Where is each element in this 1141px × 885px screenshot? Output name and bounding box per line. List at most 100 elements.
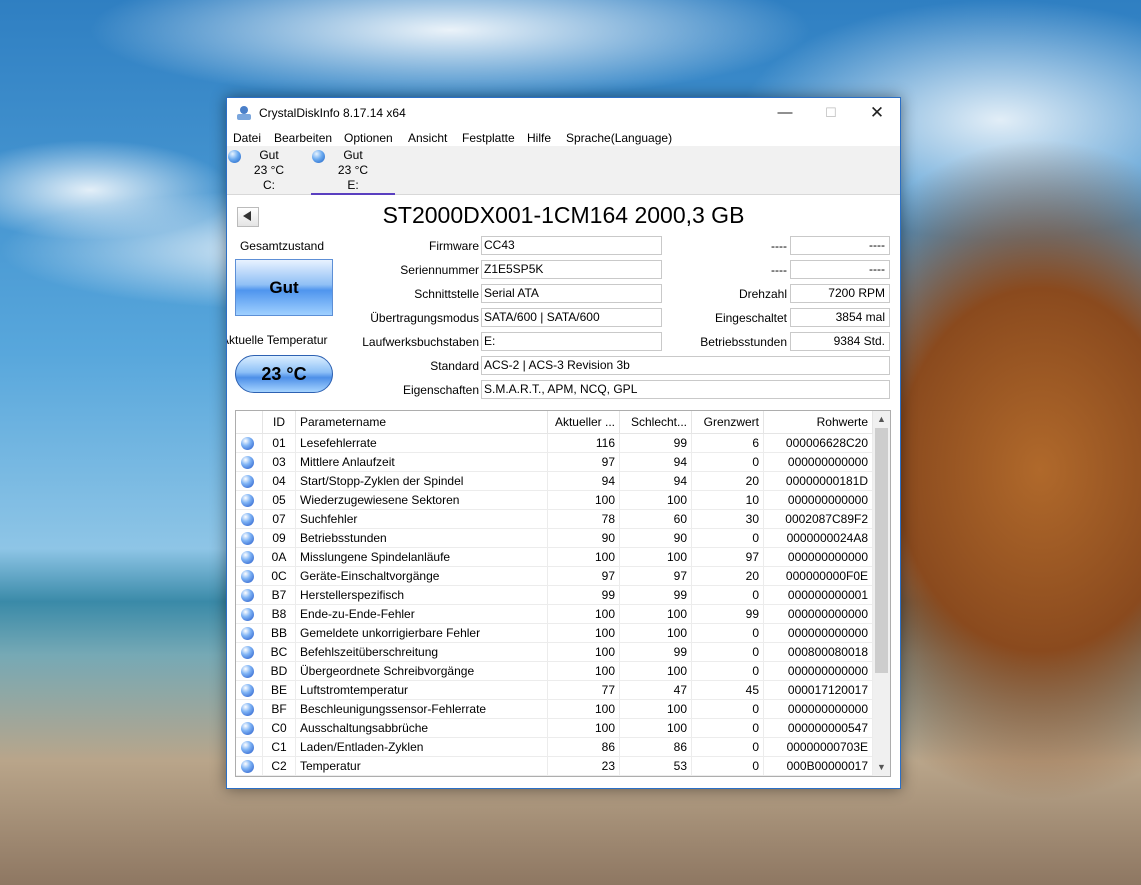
smart-id: 09	[263, 529, 296, 548]
smart-worst: 100	[620, 605, 692, 624]
smart-worst: 100	[620, 491, 692, 510]
smart-id: BC	[263, 643, 296, 662]
table-row[interactable]: 01 Lesefehlerrate 116 99 6 000006628C20	[236, 434, 873, 453]
power-on-count-label: Eingeschaltet	[714, 311, 787, 325]
status-good-icon	[241, 684, 254, 697]
power-on-hours-value: 9384 Std.	[790, 332, 890, 351]
disk-tab-c[interactable]: Gut 23 °C C:	[227, 146, 311, 194]
smart-name: Lesefehlerrate	[296, 434, 548, 453]
smart-name: Wiederzugewiesene Sektoren	[296, 491, 548, 510]
temperature-button[interactable]: 23 °C	[235, 355, 333, 393]
table-row[interactable]: BF Beschleunigungssensor-Fehlerrate 100 100…	[236, 700, 873, 719]
status-cell	[236, 586, 263, 605]
smart-worst: 90	[620, 529, 692, 548]
window-title: CrystalDiskInfo 8.17.14 x64	[259, 106, 406, 120]
smart-attribute-table: ID Parametername Aktueller ... Schlecht.…	[235, 410, 891, 777]
table-row[interactable]: 0A Misslungene Spindelanläufe 100 100 97 0000…	[236, 548, 873, 567]
smart-name: Ausschaltungsabbrüche	[296, 719, 548, 738]
menu-hilfe[interactable]: Hilfe	[527, 131, 551, 145]
smart-id: 03	[263, 453, 296, 472]
table-row[interactable]: BE Luftstromtemperatur 77 47 45 000017120017	[236, 681, 873, 700]
table-row[interactable]: 05 Wiederzugewiesene Sektoren 100 100 10 0000…	[236, 491, 873, 510]
menu-sprache[interactable]: Sprache(Language)	[566, 131, 672, 145]
header-threshold[interactable]: Grenzwert	[692, 411, 764, 433]
smart-raw-value: 000000000F0E	[764, 567, 873, 586]
table-row[interactable]: 09 Betriebsstunden 90 90 0 0000000024A8	[236, 529, 873, 548]
table-row[interactable]: B7 Herstellerspezifisch 99 99 0 000000000001	[236, 586, 873, 605]
smart-worst: 94	[620, 453, 692, 472]
status-cell	[236, 624, 263, 643]
firmware-value: CC43	[481, 236, 662, 255]
smart-current: 100	[548, 624, 620, 643]
title-bar[interactable]: CrystalDiskInfo 8.17.14 x64 — ☐ ✕	[227, 98, 900, 128]
smart-threshold: 6	[692, 434, 764, 453]
table-row[interactable]: C2 Temperatur 23 53 0 000B00000017	[236, 757, 873, 776]
smart-threshold: 97	[692, 548, 764, 567]
menu-optionen[interactable]: Optionen	[344, 131, 393, 145]
interface-label: Schnittstelle	[414, 287, 479, 301]
smart-name: Mittlere Anlaufzeit	[296, 453, 548, 472]
header-name[interactable]: Parametername	[296, 411, 548, 433]
disk-tab-e[interactable]: Gut 23 °C E:	[311, 146, 395, 195]
unknown-label-1: ----	[771, 239, 787, 253]
header-worst[interactable]: Schlecht...	[620, 411, 692, 433]
health-label: Gesamtzustand	[239, 239, 325, 253]
table-row[interactable]: BB Gemeldete unkorrigierbare Fehler 100 100…	[236, 624, 873, 643]
header-id[interactable]: ID	[263, 411, 296, 433]
maximize-button[interactable]: ☐	[808, 98, 854, 128]
health-status-button[interactable]: Gut	[235, 259, 333, 316]
smart-threshold: 0	[692, 757, 764, 776]
status-cell	[236, 719, 263, 738]
features-value: S.M.A.R.T., APM, NCQ, GPL	[481, 380, 890, 399]
scroll-down-icon[interactable]: ▼	[873, 759, 890, 776]
crystaldiskinfo-window: CrystalDiskInfo 8.17.14 x64 — ☐ ✕ Datei …	[226, 97, 901, 789]
close-button[interactable]: ✕	[854, 98, 900, 128]
scroll-up-icon[interactable]: ▲	[873, 411, 890, 428]
vertical-scrollbar[interactable]: ▲ ▼	[873, 411, 890, 776]
smart-name: Gemeldete unkorrigierbare Fehler	[296, 624, 548, 643]
smart-worst: 100	[620, 719, 692, 738]
table-row[interactable]: 04 Start/Stopp-Zyklen der Spindel 94 94 20 00…	[236, 472, 873, 491]
smart-worst: 47	[620, 681, 692, 700]
menu-datei[interactable]: Datei	[233, 131, 261, 145]
transfer-mode-label: Übertragungsmodus	[370, 311, 479, 325]
smart-threshold: 0	[692, 738, 764, 757]
smart-current: 100	[548, 662, 620, 681]
smart-threshold: 0	[692, 719, 764, 738]
table-row[interactable]: 03 Mittlere Anlaufzeit 97 94 0 000000000000	[236, 453, 873, 472]
table-row[interactable]: 0C Geräte-Einschaltvorgänge 97 97 20 00000000…	[236, 567, 873, 586]
header-current[interactable]: Aktueller ...	[548, 411, 620, 433]
header-raw[interactable]: Rohwerte	[764, 411, 873, 433]
menu-festplatte[interactable]: Festplatte	[462, 131, 515, 145]
status-cell	[236, 662, 263, 681]
table-row[interactable]: B8 Ende-zu-Ende-Fehler 100 100 99 00000000000…	[236, 605, 873, 624]
menu-bearbeiten[interactable]: Bearbeiten	[274, 131, 332, 145]
table-row[interactable]: 07 Suchfehler 78 60 30 0002087C89F2	[236, 510, 873, 529]
menu-ansicht[interactable]: Ansicht	[408, 131, 447, 145]
table-row[interactable]: BC Befehlszeitüberschreitung 100 99 0 0008000…	[236, 643, 873, 662]
smart-raw-value: 00000000181D	[764, 472, 873, 491]
status-good-icon	[241, 646, 254, 659]
smart-current: 94	[548, 472, 620, 491]
smart-id: 04	[263, 472, 296, 491]
status-cell	[236, 510, 263, 529]
scrollbar-thumb[interactable]	[875, 428, 888, 673]
smart-raw-value: 000017120017	[764, 681, 873, 700]
smart-raw-value: 000000000000	[764, 700, 873, 719]
disk-tab-status: Gut	[259, 148, 279, 162]
table-row[interactable]: BD Übergeordnete Schreibvorgänge 100 100 0 00…	[236, 662, 873, 681]
status-good-icon	[241, 513, 254, 526]
app-icon	[235, 105, 253, 121]
smart-worst: 100	[620, 700, 692, 719]
smart-raw-value: 000000000000	[764, 605, 873, 624]
table-row[interactable]: C1 Laden/Entladen-Zyklen 86 86 0 00000000703E	[236, 738, 873, 757]
minimize-button[interactable]: —	[762, 98, 808, 128]
smart-current: 99	[548, 586, 620, 605]
smart-current: 78	[548, 510, 620, 529]
firmware-label: Firmware	[429, 239, 479, 253]
standard-value: ACS-2 | ACS-3 Revision 3b	[481, 356, 890, 375]
smart-raw-value: 000000000547	[764, 719, 873, 738]
table-row[interactable]: C0 Ausschaltungsabbrüche 100 100 0 0000000005…	[236, 719, 873, 738]
status-good-icon	[241, 551, 254, 564]
header-status-column[interactable]	[236, 411, 263, 433]
